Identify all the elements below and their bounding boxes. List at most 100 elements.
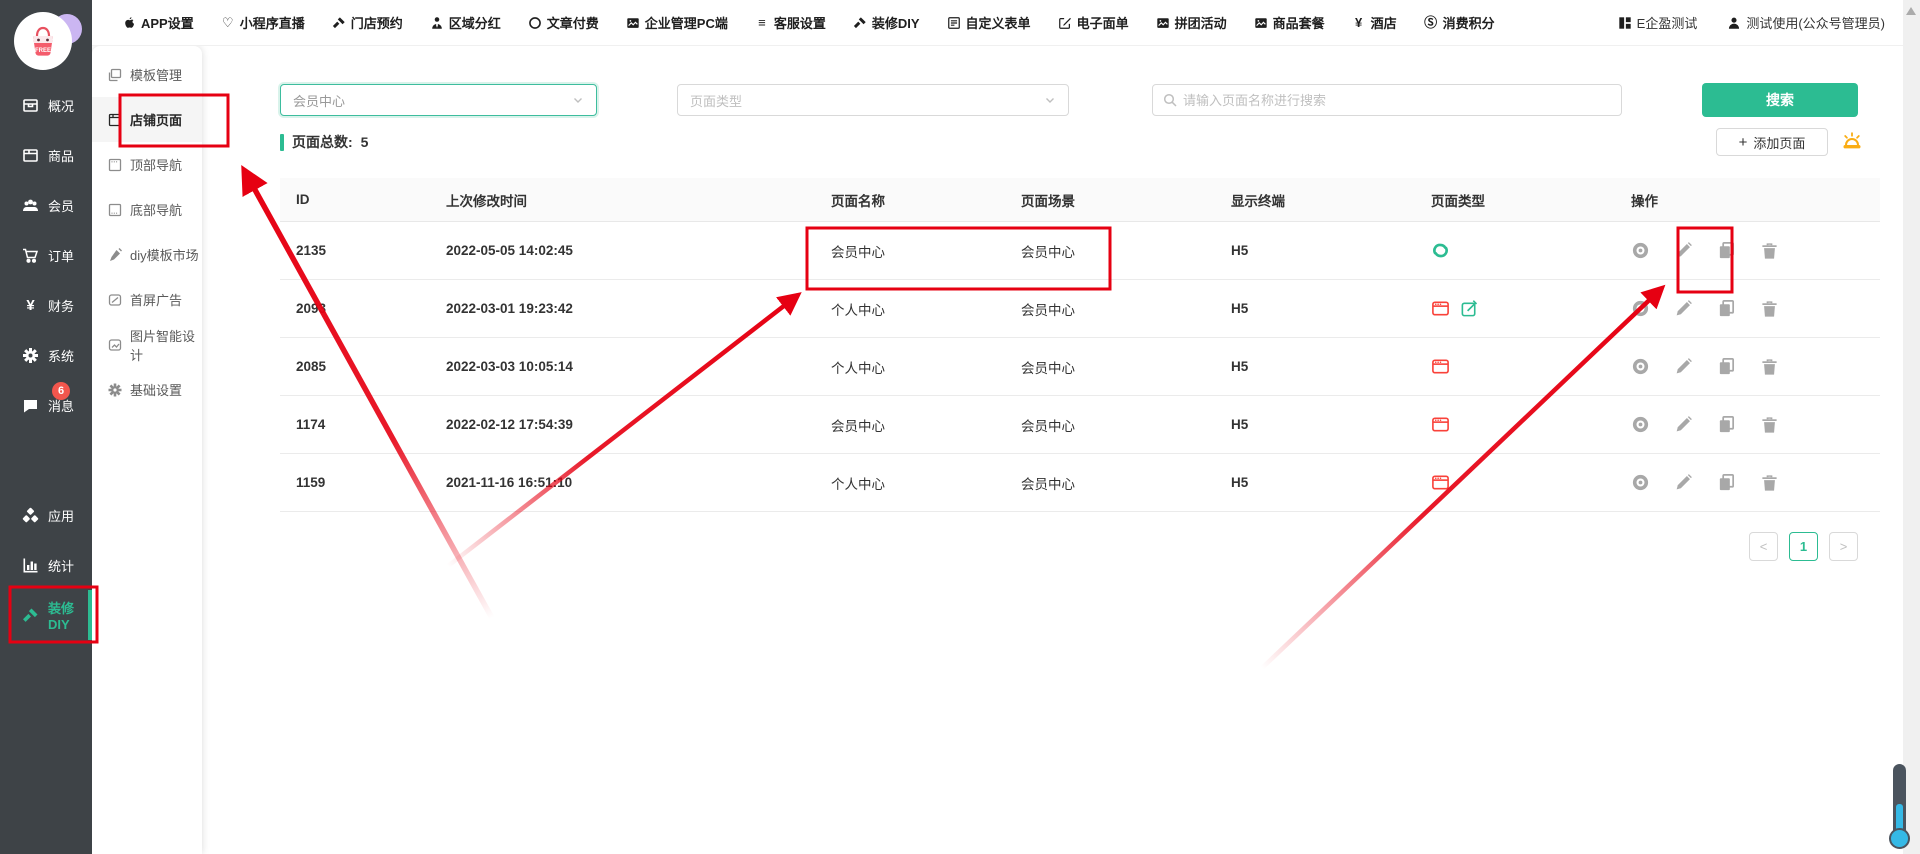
scene-select[interactable]: 会员中心 bbox=[280, 84, 597, 116]
topnav-item-enterprise-pc[interactable]: 企业管理PC端 bbox=[626, 13, 728, 32]
sidebar-item-stats[interactable]: 统计 bbox=[0, 540, 92, 590]
sidebar-item-finance[interactable]: ¥ 财务 bbox=[0, 280, 92, 330]
sidebar-item-goods[interactable]: 商品 bbox=[0, 130, 92, 180]
view-icon[interactable] bbox=[1631, 415, 1650, 434]
chevron-down-icon bbox=[572, 94, 584, 106]
copy-icon[interactable] bbox=[1717, 415, 1736, 434]
cell-actions bbox=[1615, 299, 1880, 318]
accent-bar bbox=[280, 134, 284, 151]
page-total-label: 页面总数: bbox=[292, 132, 353, 152]
heart-icon: ♡ bbox=[221, 16, 235, 30]
sidebar-item-label: 财务 bbox=[48, 296, 74, 315]
sidebar-item-label: 会员 bbox=[48, 196, 74, 215]
cell-scene: 会员中心 bbox=[1005, 473, 1215, 493]
thermo-knob[interactable] bbox=[1889, 828, 1910, 849]
table-row: 2085 2022-03-03 10:05:14 个人中心 会员中心 H5 bbox=[280, 338, 1880, 396]
back-to-top-widget[interactable] bbox=[1893, 764, 1906, 838]
delete-icon[interactable] bbox=[1760, 473, 1779, 492]
topnav-item-e-waybill[interactable]: 电子面单 bbox=[1058, 13, 1129, 32]
edit-pencil-icon[interactable] bbox=[1674, 299, 1693, 318]
topnav-item-product-package[interactable]: 商品套餐 bbox=[1254, 13, 1325, 32]
delete-icon[interactable] bbox=[1760, 357, 1779, 376]
subnav-item-shop-pages[interactable]: 店铺页面 bbox=[92, 97, 202, 142]
view-icon[interactable] bbox=[1631, 473, 1650, 492]
copy-icon[interactable] bbox=[1717, 357, 1736, 376]
alarm-icon[interactable] bbox=[1840, 130, 1864, 154]
square-edit-icon[interactable] bbox=[1460, 299, 1479, 318]
topnav-item-hotel[interactable]: ¥ 酒店 bbox=[1352, 13, 1397, 32]
topnav-item-custom-form[interactable]: 自定义表单 bbox=[947, 13, 1031, 32]
topnav-item-store-booking[interactable]: 门店预约 bbox=[332, 13, 403, 32]
apps-icon bbox=[22, 507, 39, 524]
subnav-item-splash-ad[interactable]: 首屏广告 bbox=[92, 277, 202, 322]
scroll-up-arrow-icon[interactable] bbox=[1906, 7, 1916, 15]
top-nav-right: E企盈测试 测试使用(公众号管理员) bbox=[1618, 13, 1885, 32]
subnav-item-smart-image-design[interactable]: 图片智能设计 bbox=[92, 322, 202, 367]
topnav-item-group-buy[interactable]: 拼团活动 bbox=[1156, 13, 1227, 32]
subnav-item-basic-settings[interactable]: 基础设置 bbox=[92, 367, 202, 412]
skype-icon: Ⓢ bbox=[1424, 16, 1438, 30]
app-logo[interactable]: FREE bbox=[0, 0, 92, 80]
sidebar-item-system[interactable]: 系统 bbox=[0, 330, 92, 380]
cell-id: 1159 bbox=[280, 475, 430, 490]
cell-actions bbox=[1615, 357, 1880, 376]
prev-page-button[interactable]: < bbox=[1749, 532, 1778, 561]
table-row: 2093 2022-03-01 19:23:42 个人中心 会员中心 H5 bbox=[280, 280, 1880, 338]
delete-icon[interactable] bbox=[1760, 299, 1779, 318]
sidebar-item-label: 应用 bbox=[48, 506, 74, 525]
subnav-item-diy-market[interactable]: diy模板市场 bbox=[92, 232, 202, 277]
sidebar-item-messages[interactable]: 消息 6 bbox=[0, 380, 92, 430]
sidebar-item-members[interactable]: 会员 bbox=[0, 180, 92, 230]
cell-modified: 2022-02-12 17:54:39 bbox=[430, 417, 815, 432]
orders-icon bbox=[22, 247, 39, 264]
topnav-item-consume-points[interactable]: Ⓢ 消费积分 bbox=[1424, 13, 1495, 32]
topnav-item-app-settings[interactable]: APP设置 bbox=[122, 13, 194, 32]
browser-scrollbar[interactable] bbox=[1903, 0, 1920, 854]
page-number-1[interactable]: 1 bbox=[1789, 532, 1818, 561]
form-icon bbox=[947, 16, 961, 30]
view-icon[interactable] bbox=[1631, 357, 1650, 376]
svg-text:FREE: FREE bbox=[35, 48, 51, 54]
yen-icon: ¥ bbox=[1352, 16, 1366, 30]
sidebar-item-overview[interactable]: 概况 bbox=[0, 80, 92, 130]
view-icon[interactable] bbox=[1631, 299, 1650, 318]
workspace-switcher[interactable]: E企盈测试 bbox=[1618, 13, 1698, 32]
subnav-item-top-nav[interactable]: 顶部导航 bbox=[92, 142, 202, 187]
person-icon bbox=[430, 16, 444, 30]
next-page-button[interactable]: > bbox=[1829, 532, 1858, 561]
delete-icon[interactable] bbox=[1760, 415, 1779, 434]
subnav-item-template-manage[interactable]: 模板管理 bbox=[92, 52, 202, 97]
copy-icon[interactable] bbox=[1717, 299, 1736, 318]
sidebar-item-diy[interactable]: 装修DIY bbox=[0, 590, 92, 640]
user-menu[interactable]: 测试使用(公众号管理员) bbox=[1727, 13, 1885, 32]
grid-logo-icon bbox=[1618, 16, 1632, 30]
edit-pencil-icon[interactable] bbox=[1674, 241, 1693, 260]
topnav-item-mini-program-live[interactable]: ♡ 小程序直播 bbox=[221, 13, 305, 32]
view-icon[interactable] bbox=[1631, 241, 1650, 260]
message-badge: 6 bbox=[52, 382, 70, 400]
cell-actions bbox=[1615, 415, 1880, 434]
edit-pencil-icon[interactable] bbox=[1674, 357, 1693, 376]
delete-icon[interactable] bbox=[1760, 241, 1779, 260]
search-input[interactable] bbox=[1183, 93, 1611, 108]
sidebar-item-apps[interactable]: 应用 bbox=[0, 490, 92, 540]
sidebar-item-label: 装修DIY bbox=[48, 598, 88, 632]
topnav-item-diy-decorate[interactable]: 装修DIY bbox=[853, 13, 920, 32]
page-type-select[interactable]: 页面类型 bbox=[677, 84, 1069, 116]
sidebar-item-label: 概况 bbox=[48, 96, 74, 115]
edit-pencil-icon[interactable] bbox=[1674, 473, 1693, 492]
cell-scene: 会员中心 bbox=[1005, 241, 1215, 261]
cell-scene: 会员中心 bbox=[1005, 357, 1215, 377]
topnav-item-region-dividend[interactable]: 区域分红 bbox=[430, 13, 501, 32]
subnav-item-bottom-nav[interactable]: 底部导航 bbox=[92, 187, 202, 232]
add-page-button[interactable]: + 添加页面 bbox=[1716, 128, 1828, 156]
topnav-item-customer-service[interactable]: ≡ 客服设置 bbox=[755, 13, 826, 32]
search-button[interactable]: 搜索 bbox=[1702, 83, 1858, 117]
copy-icon[interactable] bbox=[1717, 241, 1736, 260]
table-row: 1159 2021-11-16 16:51:10 个人中心 会员中心 H5 bbox=[280, 454, 1880, 512]
circle-icon bbox=[528, 16, 542, 30]
sidebar-item-orders[interactable]: 订单 bbox=[0, 230, 92, 280]
copy-icon[interactable] bbox=[1717, 473, 1736, 492]
edit-pencil-icon[interactable] bbox=[1674, 415, 1693, 434]
topnav-item-article-pay[interactable]: 文章付费 bbox=[528, 13, 599, 32]
